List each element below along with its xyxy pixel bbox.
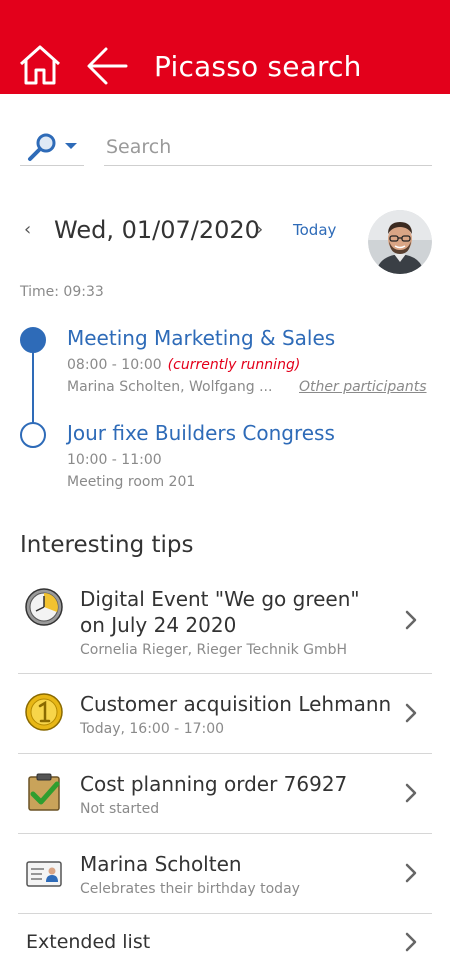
event-clock-icon [25, 588, 63, 626]
tip-item[interactable]: Marina Scholten Celebrates their birthda… [18, 834, 432, 914]
tip-subtitle: Cornelia Rieger, Rieger Technik GmbH [80, 642, 348, 658]
gold-coin-icon [25, 693, 63, 731]
tip-title: Marina Scholten [80, 852, 242, 876]
tips-heading: Interesting tips [20, 532, 194, 558]
tip-item[interactable]: Cost planning order 76927 Not started [18, 754, 432, 834]
contact-card-icon [26, 861, 62, 887]
back-arrow-icon[interactable] [86, 46, 128, 86]
page-title: Picasso search [154, 50, 362, 83]
tip-item[interactable]: Digital Event "We go green" on July 24 2… [18, 578, 432, 674]
home-icon[interactable] [18, 44, 62, 86]
clipboard-check-icon [28, 773, 60, 811]
search-bar [20, 128, 432, 168]
tip-title-line2: on July 24 2020 [80, 613, 237, 637]
tip-item[interactable]: Customer acquisition Lehmann Today, 16:0… [18, 674, 432, 754]
chevron-right-icon [405, 783, 417, 803]
tip-title: Customer acquisition Lehmann [80, 692, 392, 716]
app-header: Picasso search [0, 0, 450, 94]
extended-list-button[interactable]: Extended list [18, 915, 432, 973]
event-title-1[interactable]: Meeting Marketing & Sales [67, 326, 335, 350]
extended-list-label: Extended list [26, 931, 151, 953]
tip-subtitle: Today, 16:00 - 17:00 [80, 721, 225, 737]
appointments-timeline: Meeting Marketing & Sales 08:00 - 10:00 (… [20, 322, 430, 502]
tip-title: Cost planning order 76927 [80, 772, 348, 796]
chevron-left-icon[interactable]: ‹ [24, 219, 31, 240]
user-photo [368, 210, 432, 274]
chevron-right-icon[interactable]: › [256, 219, 263, 240]
tip-subtitle: Not started [80, 801, 160, 817]
search-icon [28, 133, 56, 161]
current-time: Time: 09:33 [20, 284, 104, 300]
current-date: Wed, 01/07/2020 [54, 216, 260, 244]
event-status: (currently running) [167, 357, 301, 373]
chevron-right-icon [405, 932, 417, 952]
chevron-right-icon [405, 863, 417, 883]
timeline-dot-active [20, 327, 46, 353]
chevron-down-icon [65, 143, 77, 149]
event-title-2[interactable]: Jour fixe Builders Congress [67, 421, 335, 445]
timeline-dot [20, 422, 46, 448]
chevron-right-icon [405, 703, 417, 723]
today-button[interactable]: Today [293, 221, 336, 239]
event-location: Meeting room 201 [67, 474, 196, 490]
search-mode-dropdown[interactable] [20, 128, 84, 166]
tip-title: Digital Event "We go green" [80, 587, 360, 611]
event-time-range: 08:00 - 10:00 [67, 357, 162, 373]
search-input[interactable] [104, 128, 432, 166]
event-time-1: 08:00 - 10:00 (currently running) [67, 357, 300, 373]
avatar[interactable] [368, 210, 432, 274]
event-time-2: 10:00 - 11:00 [67, 452, 162, 468]
tip-subtitle: Celebrates their birthday today [80, 881, 300, 897]
chevron-right-icon [405, 610, 417, 630]
event-participants: Marina Scholten, Wolfgang ... [67, 379, 273, 395]
other-participants-link[interactable]: Other participants [299, 379, 427, 395]
